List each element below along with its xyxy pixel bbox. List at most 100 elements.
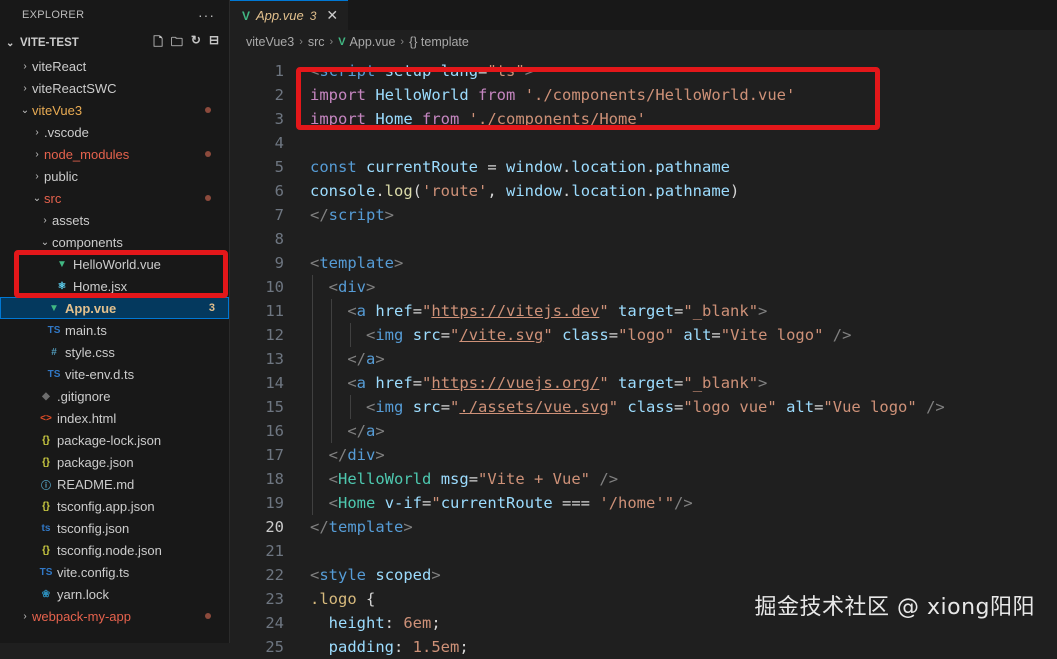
file-row[interactable]: # style.css	[0, 341, 229, 363]
file-row[interactable]: <> index.html	[0, 407, 229, 429]
breadcrumb-item[interactable]: {} template	[409, 35, 469, 49]
code-token: a	[356, 374, 367, 392]
code-line[interactable]: <img src="./assets/vue.svg" class="logo …	[310, 395, 945, 419]
folder-row[interactable]: › .vscode	[0, 121, 229, 143]
tree-item-label: .vscode	[44, 124, 89, 140]
folder-row[interactable]: ⌄ components	[0, 231, 229, 253]
code-token: =	[674, 398, 684, 416]
code-token: "Vite + Vue"	[478, 470, 591, 488]
code-token: "_blank"	[683, 374, 759, 392]
tree-item-label: .gitignore	[57, 388, 111, 404]
file-row[interactable]: ⓘ README.md	[0, 473, 229, 495]
code-line[interactable]: </div>	[310, 443, 385, 467]
new-file-icon[interactable]: 🗋	[153, 33, 163, 54]
close-icon[interactable]: ✕	[326, 7, 338, 24]
line-number: 18	[265, 470, 284, 488]
file-row[interactable]: ◆ .gitignore	[0, 385, 229, 407]
code-line[interactable]: </a>	[310, 347, 384, 371]
code-line[interactable]: <script setup lang="ts">	[310, 59, 534, 83]
file-row[interactable]: ts tsconfig.json	[0, 517, 229, 539]
folder-row[interactable]: › assets	[0, 209, 229, 231]
file-row[interactable]: {} package.json	[0, 451, 229, 473]
code-line[interactable]: <img src="/vite.svg" class="logo" alt="V…	[310, 323, 851, 347]
folder-row[interactable]: ⌄ viteVue3	[0, 99, 229, 121]
refresh-icon[interactable]: ↻	[191, 33, 201, 54]
code-line[interactable]: <a href="https://vuejs.org/" target="_bl…	[310, 371, 767, 395]
explorer-header: EXPLORER ···	[0, 0, 229, 30]
typescript-file-icon: TS	[47, 324, 61, 336]
tree-item-label: viteVue3	[32, 102, 83, 118]
code-line[interactable]: <style scoped>	[310, 563, 441, 587]
workspace-name: VITE-TEST	[20, 37, 79, 49]
tree-item-label: node_modules	[44, 146, 130, 162]
file-row[interactable]: {} tsconfig.node.json	[0, 539, 229, 561]
code-line[interactable]: const currentRoute = window.location.pat…	[310, 155, 730, 179]
folder-row[interactable]: › viteReact	[0, 55, 229, 77]
breadcrumb-item[interactable]: App.vue	[350, 35, 396, 49]
file-row[interactable]: TS vite.config.ts	[0, 561, 229, 583]
line-number: 25	[265, 638, 284, 656]
file-row[interactable]: ▼ HelloWorld.vue	[0, 253, 229, 275]
file-row[interactable]: ▼ App.vue 3	[0, 297, 229, 319]
indent-guide	[350, 323, 351, 347]
code-token: <	[328, 494, 339, 512]
code-line[interactable]: console.log('route', window.location.pat…	[310, 179, 739, 203]
code-line[interactable]: import Home from './components/Home'	[310, 107, 646, 131]
code-line[interactable]: </script>	[310, 203, 394, 227]
code-token: <	[328, 278, 339, 296]
workspace-folder-row[interactable]: ⌄ VITE-TEST 🗋 🗀 ↻ ⊟	[0, 31, 229, 55]
tree-item-label: tsconfig.node.json	[57, 542, 162, 558]
chevron-down-icon: ⌄	[20, 104, 30, 116]
code-line[interactable]: </a>	[310, 419, 384, 443]
tab-app-vue[interactable]: V App.vue 3 ✕	[230, 0, 349, 30]
code-line[interactable]: padding: 1.5em;	[310, 635, 469, 659]
file-row[interactable]: {} tsconfig.app.json	[0, 495, 229, 517]
more-actions-icon[interactable]: ···	[198, 7, 215, 23]
code-line[interactable]: </template>	[310, 515, 413, 539]
code-line[interactable]: import HelloWorld from './components/Hel…	[310, 83, 795, 107]
code-token: >	[758, 302, 768, 320]
file-row[interactable]: TS vite-env.d.ts	[0, 363, 229, 385]
code-token: =	[412, 374, 423, 392]
code-line[interactable]: <Home v-if="currentRoute === '/home'"/>	[310, 491, 693, 515]
folder-row[interactable]: ⌄ src	[0, 187, 229, 209]
folder-row[interactable]: › public	[0, 165, 229, 187]
tsconfig-file-icon: ts	[41, 522, 51, 534]
line-number: 4	[274, 134, 284, 152]
code-token: Home	[375, 110, 413, 128]
folder-row[interactable]: › viteReactSWC	[0, 77, 229, 99]
code-token: padding	[328, 638, 394, 656]
code-line[interactable]: <div>	[310, 275, 376, 299]
file-row[interactable]: {} package-lock.json	[0, 429, 229, 451]
folder-row[interactable]: › webpack-my-app	[0, 605, 229, 627]
code-line[interactable]: .logo {	[310, 587, 375, 611]
code-line[interactable]: <HelloWorld msg="Vite + Vue" />	[310, 467, 618, 491]
tree-item-label: yarn.lock	[57, 586, 110, 602]
collapse-all-icon[interactable]: ⊟	[209, 33, 219, 54]
status-dot	[205, 107, 211, 113]
code-token: "	[422, 302, 432, 320]
indent-guide	[331, 299, 332, 443]
new-folder-icon[interactable]: 🗀	[171, 33, 183, 54]
yarn-file-icon: ❀	[41, 588, 51, 600]
code-token: ,	[487, 182, 507, 200]
chevron-right-icon: ›	[35, 148, 39, 160]
breadcrumb-item[interactable]: viteVue3	[246, 35, 294, 49]
breadcrumb-item[interactable]: src	[308, 35, 325, 49]
code-line[interactable]: <template>	[310, 251, 403, 275]
file-row[interactable]: ⚛ Home.jsx	[0, 275, 229, 297]
file-row[interactable]: TS main.ts	[0, 319, 229, 341]
folder-row[interactable]: › node_modules	[0, 143, 229, 165]
code-line[interactable]: height: 6em;	[310, 611, 441, 635]
code-line[interactable]: <a href="https://vitejs.dev" target="_bl…	[310, 299, 767, 323]
code-token: .	[646, 182, 656, 200]
code-token: from	[478, 86, 516, 104]
code-token: "	[422, 374, 432, 392]
chevron-right-icon: ›	[299, 36, 303, 48]
file-row[interactable]: ❀ yarn.lock	[0, 583, 229, 605]
typescript-file-icon: TS	[39, 566, 53, 578]
